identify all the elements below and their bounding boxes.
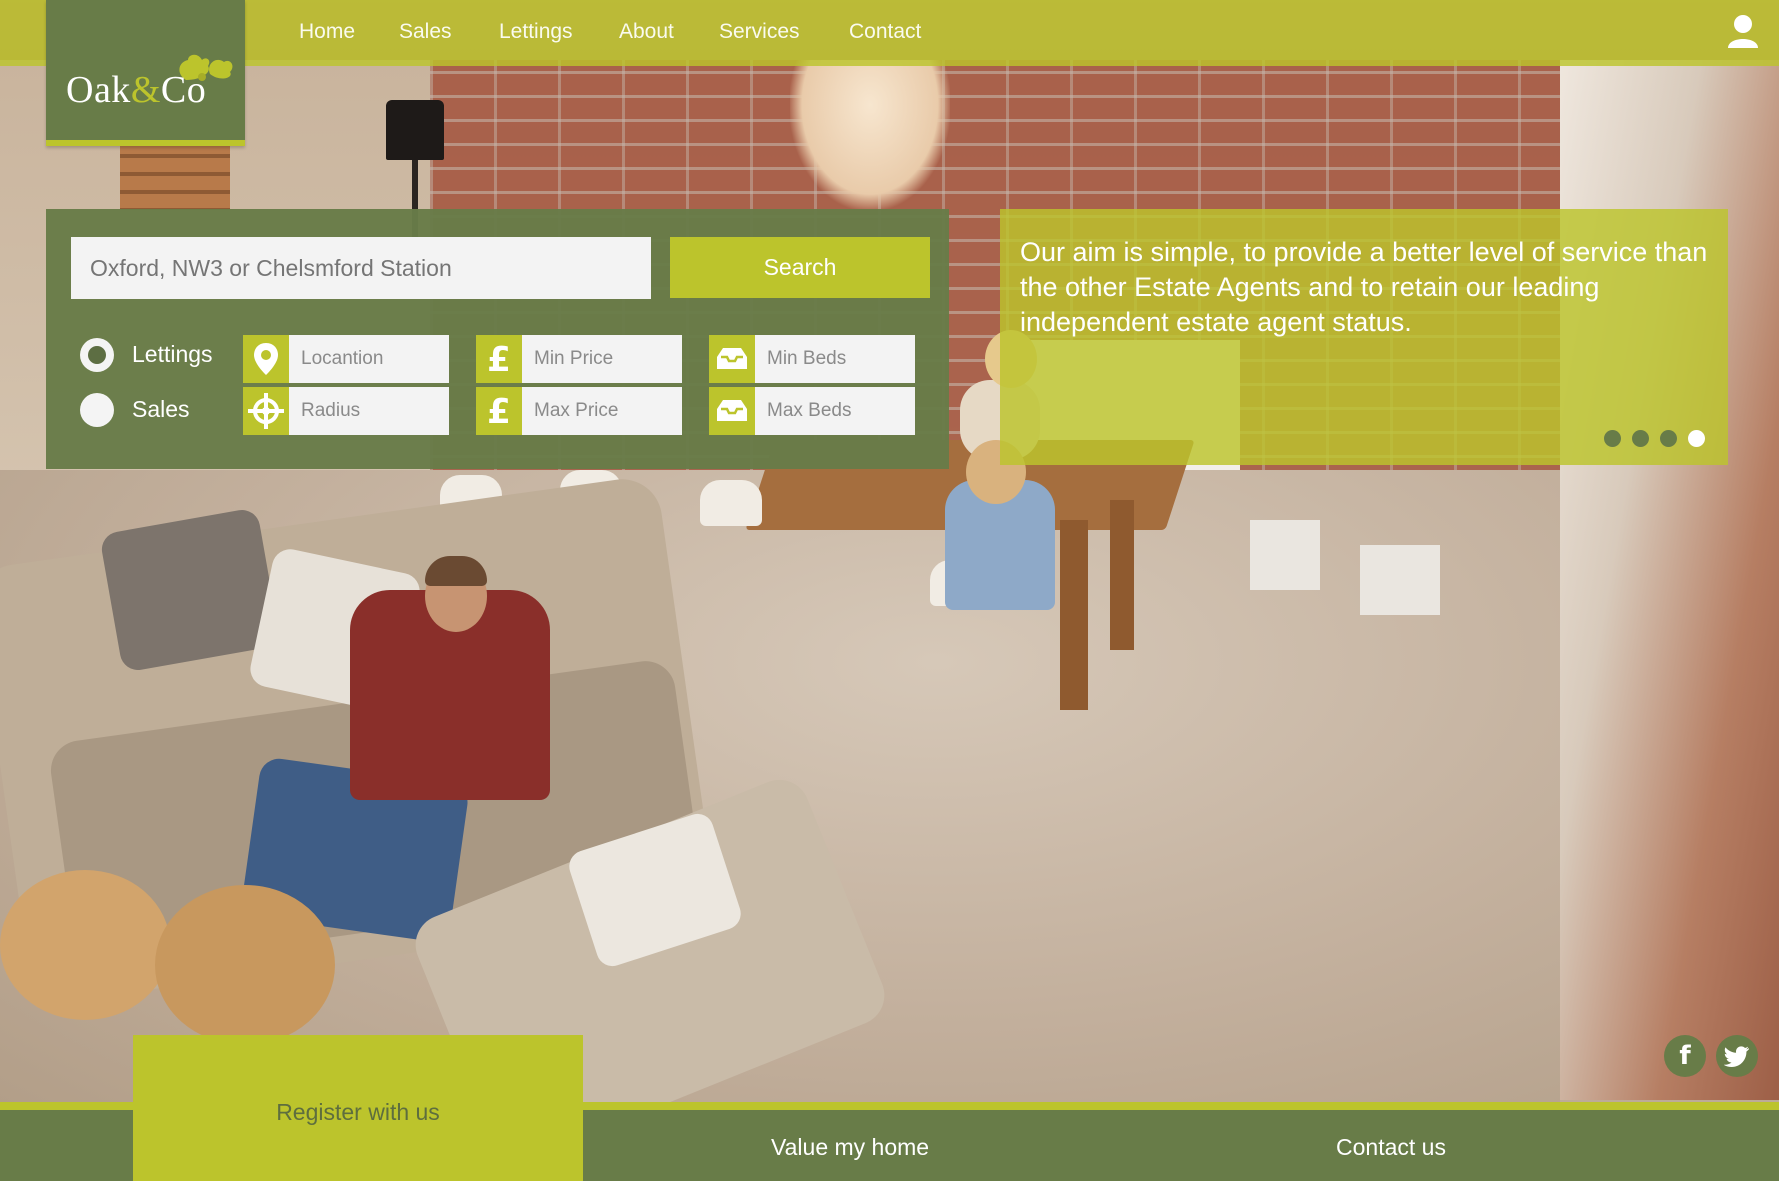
max-price-input[interactable]: Max Price: [522, 387, 682, 435]
slider-dot-1[interactable]: [1604, 430, 1621, 447]
nav-sales[interactable]: Sales: [399, 20, 452, 44]
hero-background-photo: [0, 0, 1779, 1181]
crosshair-icon: [243, 387, 289, 435]
pound-icon: £: [476, 387, 522, 435]
location-input[interactable]: Locantion: [289, 335, 449, 383]
sales-radio[interactable]: [80, 393, 114, 427]
bed-icon: [709, 387, 755, 435]
svg-text:£: £: [487, 392, 511, 432]
twitter-icon[interactable]: [1716, 1035, 1758, 1077]
value-my-home-link[interactable]: Value my home: [771, 1134, 929, 1161]
search-button[interactable]: Search: [670, 237, 930, 298]
min-beds-input[interactable]: Min Beds: [755, 335, 915, 383]
max-price-field[interactable]: £ Max Price: [476, 387, 682, 435]
logo-underline: [46, 140, 245, 146]
slider-dot-2[interactable]: [1632, 430, 1649, 447]
logo-wordmark: Oak&Co: [66, 69, 207, 111]
slider-dot-4[interactable]: [1688, 430, 1705, 447]
bed-icon: [709, 335, 755, 383]
lettings-radio[interactable]: [80, 338, 114, 372]
hero-quote-panel: Our aim is simple, to provide a better l…: [1000, 209, 1728, 465]
sales-radio-label[interactable]: Sales: [132, 396, 190, 423]
contact-us-link[interactable]: Contact us: [1336, 1134, 1446, 1161]
map-pin-icon: [243, 335, 289, 383]
slider-dot-3[interactable]: [1660, 430, 1677, 447]
nav-services[interactable]: Services: [719, 20, 800, 44]
radius-field[interactable]: Radius: [243, 387, 449, 435]
svg-text:£: £: [487, 340, 511, 380]
nav-about[interactable]: About: [619, 20, 674, 44]
hero-quote-text: Our aim is simple, to provide a better l…: [1020, 237, 1708, 337]
max-beds-input[interactable]: Max Beds: [755, 387, 915, 435]
logo[interactable]: Oak&Co: [46, 0, 245, 146]
location-field[interactable]: Locantion: [243, 335, 449, 383]
nav-lettings[interactable]: Lettings: [499, 20, 573, 44]
nav-home[interactable]: Home: [299, 20, 355, 44]
property-search-panel: Search Lettings Sales Locantion Radius £…: [46, 209, 949, 469]
min-price-input[interactable]: Min Price: [522, 335, 682, 383]
facebook-icon[interactable]: f: [1664, 1035, 1706, 1077]
pound-icon: £: [476, 335, 522, 383]
nav-contact[interactable]: Contact: [849, 20, 921, 44]
min-price-field[interactable]: £ Min Price: [476, 335, 682, 383]
min-beds-field[interactable]: Min Beds: [709, 335, 915, 383]
user-icon[interactable]: [1726, 14, 1760, 50]
lettings-radio-label[interactable]: Lettings: [132, 341, 213, 368]
search-input[interactable]: [71, 237, 651, 299]
radius-input[interactable]: Radius: [289, 387, 449, 435]
register-button[interactable]: Register with us: [133, 1035, 583, 1181]
max-beds-field[interactable]: Max Beds: [709, 387, 915, 435]
register-label: Register with us: [276, 1099, 440, 1125]
